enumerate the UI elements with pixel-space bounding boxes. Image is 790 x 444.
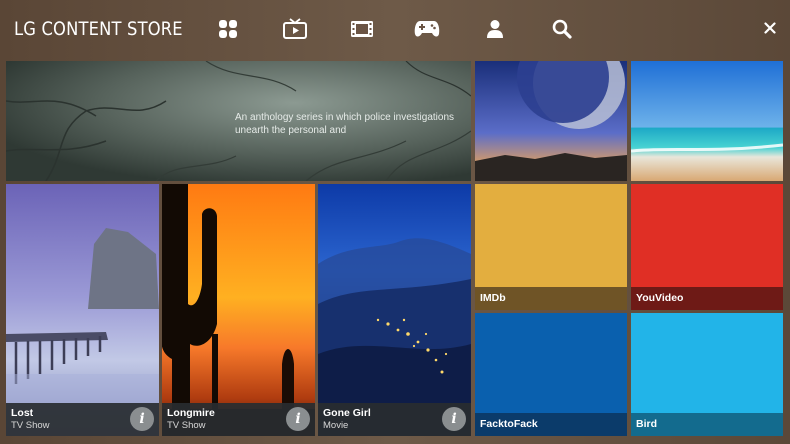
info-button[interactable]: i: [286, 407, 310, 431]
close-button[interactable]: [760, 18, 780, 38]
film-icon[interactable]: [347, 14, 377, 44]
info-button[interactable]: i: [130, 407, 154, 431]
app-tile-facktofack[interactable]: FacktoFack: [475, 313, 627, 436]
app-label: Bird: [631, 413, 783, 436]
app-tile-bird[interactable]: Bird: [631, 313, 783, 436]
close-icon: [764, 22, 776, 34]
media-caption: Gone Girl Movie i: [318, 403, 471, 436]
hero-description: An anthology series in which police inve…: [235, 112, 455, 136]
moon-landscape-image: [475, 61, 627, 181]
app-title: LG CONTENT STORE: [14, 18, 183, 40]
search-icon[interactable]: [547, 14, 577, 44]
lost-poster-image: [6, 184, 159, 436]
app-label: IMDb: [475, 287, 627, 310]
featured-tile-moon[interactable]: [475, 61, 627, 181]
gone-girl-poster-image: [318, 184, 471, 436]
tv-icon[interactable]: [280, 14, 310, 44]
featured-tile-beach[interactable]: [631, 61, 783, 181]
longmire-poster-image: [162, 184, 315, 436]
gamepad-icon[interactable]: [412, 14, 442, 44]
top-bar: LG CONTENT STORE: [0, 0, 790, 60]
app-label: YouVideo: [631, 287, 783, 310]
info-button[interactable]: i: [442, 407, 466, 431]
media-tile-longmire[interactable]: Longmire TV Show i: [162, 184, 315, 436]
hero-banner[interactable]: An anthology series in which police inve…: [6, 61, 471, 181]
media-caption: Longmire TV Show i: [162, 403, 315, 436]
media-tile-lost[interactable]: Lost TV Show i: [6, 184, 159, 436]
app-tile-imdb[interactable]: IMDb: [475, 184, 627, 310]
beach-image: [631, 61, 783, 181]
app-label: FacktoFack: [475, 413, 627, 436]
app-tile-youvideo[interactable]: YouVideo: [631, 184, 783, 310]
media-caption: Lost TV Show i: [6, 403, 159, 436]
apps-grid-icon[interactable]: [213, 14, 243, 44]
media-tile-gone-girl[interactable]: Gone Girl Movie i: [318, 184, 471, 436]
user-icon[interactable]: [480, 14, 510, 44]
